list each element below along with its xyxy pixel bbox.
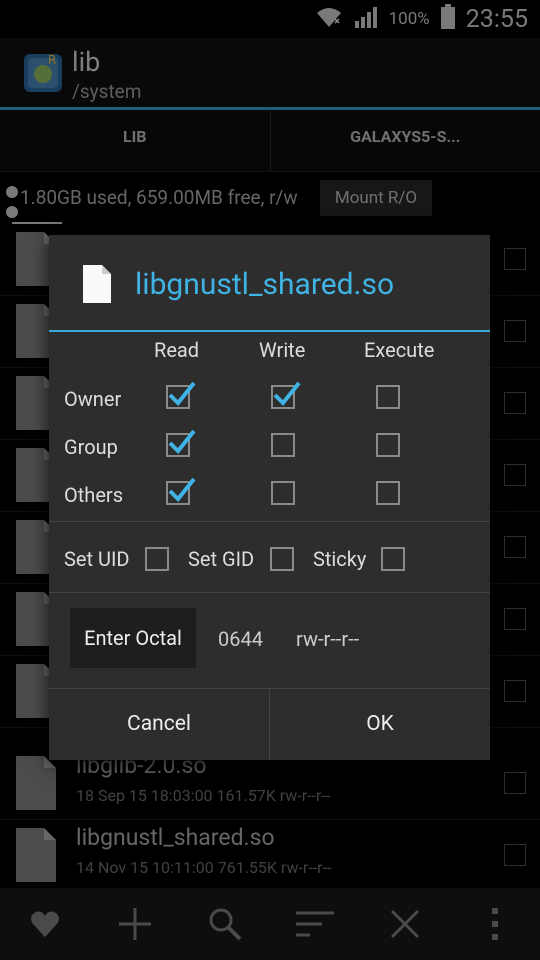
group-read-checkbox[interactable]: [166, 429, 196, 457]
octal-section: Enter Octal 0644 rw-r--r--: [49, 594, 490, 689]
dialog-title: libgnustl_shared.so: [135, 267, 395, 302]
file-icon: [83, 265, 111, 303]
column-execute: Execute: [364, 338, 435, 362]
owner-write-checkbox[interactable]: [271, 381, 301, 409]
dialog-header: libgnustl_shared.so: [49, 235, 490, 332]
enter-octal-button[interactable]: Enter Octal: [70, 608, 196, 668]
dialog-buttons: Cancel OK: [49, 689, 490, 760]
column-write: Write: [259, 338, 306, 362]
setgid-label: Set GID: [188, 547, 255, 571]
group-execute-checkbox[interactable]: [376, 433, 400, 457]
others-read-checkbox[interactable]: [166, 477, 196, 505]
setuid-label: Set UID: [64, 547, 130, 571]
row-others: Others: [64, 483, 124, 507]
others-write-checkbox[interactable]: [271, 481, 295, 505]
row-owner: Owner: [64, 387, 122, 411]
owner-read-checkbox[interactable]: [166, 381, 196, 409]
permissions-dialog: libgnustl_shared.so Read Write Execute O…: [49, 235, 490, 760]
special-bits: Set UID Set GID Sticky: [49, 523, 490, 593]
sticky-checkbox[interactable]: [381, 547, 405, 571]
octal-value: 0644: [218, 627, 263, 651]
cancel-button[interactable]: Cancel: [49, 689, 269, 760]
setgid-checkbox[interactable]: [270, 547, 294, 571]
owner-execute-checkbox[interactable]: [376, 385, 400, 409]
setuid-checkbox[interactable]: [145, 547, 169, 571]
sticky-label: Sticky: [313, 547, 367, 571]
permission-grid: Read Write Execute Owner Group Others: [49, 332, 490, 522]
permission-string: rw-r--r--: [296, 627, 360, 651]
row-group: Group: [64, 435, 118, 459]
others-execute-checkbox[interactable]: [376, 481, 400, 505]
column-read: Read: [154, 338, 200, 362]
ok-button[interactable]: OK: [269, 689, 490, 760]
group-write-checkbox[interactable]: [271, 433, 295, 457]
